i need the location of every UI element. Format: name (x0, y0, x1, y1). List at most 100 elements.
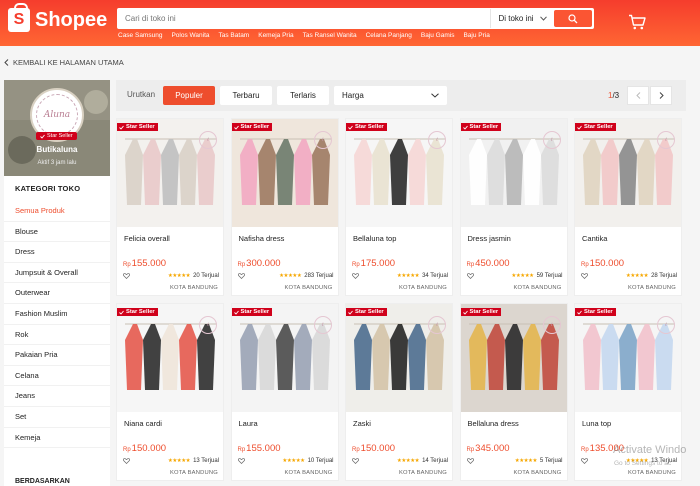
shop-watermark-icon: ℓ (313, 316, 332, 334)
product-location: KOTA BANDUNG (398, 470, 447, 476)
top-header: S Shopee Di toko ini Case Samsung Polos W… (0, 0, 700, 46)
filter-section-title: BERDASARKAN (15, 478, 70, 485)
heart-icon[interactable] (581, 273, 588, 279)
category-item[interactable]: Outerwear (4, 283, 110, 304)
sort-popular-button[interactable]: Populer (163, 86, 215, 105)
logo-text: Shopee (35, 8, 108, 31)
category-item[interactable]: Rok (4, 325, 110, 346)
shop-watermark-icon: ℓ (199, 316, 217, 334)
sort-newest-button[interactable]: Terbaru (220, 86, 272, 105)
chevron-right-icon (659, 92, 664, 99)
check-icon (119, 125, 124, 130)
shop-card[interactable]: Aluna Star Seller Butikaluna Aktif 3 jam… (4, 80, 110, 176)
category-item[interactable]: Semua Produk (4, 201, 110, 222)
shop-name: Butikaluna (36, 145, 78, 154)
search-input[interactable] (117, 9, 490, 28)
category-item[interactable]: Set (4, 407, 110, 428)
search-scope-dropdown[interactable]: Di toko ini (490, 9, 554, 28)
shop-watermark-icon: ℓ (542, 131, 561, 149)
product-meta: ★★★★★ 13 Terjual (123, 458, 219, 464)
back-link-label: KEMBALI KE HALAMAN UTAMA (13, 58, 124, 67)
product-location: KOTA BANDUNG (627, 285, 676, 291)
search-suggestion-link[interactable]: Polos Wanita (171, 32, 209, 39)
product-price: Rp 155.000 (237, 443, 281, 454)
product-card[interactable]: Star Seller ℓ Felicia overall Rp 155.000 ★★★★… (116, 118, 224, 296)
product-location: KOTA BANDUNG (169, 285, 218, 291)
product-card[interactable]: Star Seller ℓ Nafisha dress Rp 300.000 ★★★★★ 2… (230, 118, 339, 296)
search-suggestion-link[interactable]: Celana Panjang (366, 32, 412, 39)
product-card[interactable]: Star Seller ℓ Niana cardi Rp 150.000 ★★★★★ 13 … (116, 303, 224, 481)
product-location: KOTA BANDUNG (284, 470, 333, 476)
heart-icon[interactable] (237, 458, 245, 464)
shop-watermark-icon: ℓ (313, 131, 332, 149)
product-price: Rp 345.000 (466, 443, 510, 454)
category-item[interactable]: Blouse (4, 222, 110, 243)
search-suggestion-link[interactable]: Kemeja Pria (258, 32, 293, 39)
category-item[interactable]: Dress (4, 242, 110, 263)
category-item[interactable]: Celana (4, 366, 110, 387)
star-seller-badge: Star Seller (117, 308, 158, 316)
sold-count: 10 Terjual (307, 458, 334, 464)
shopee-logo[interactable]: S Shopee (8, 3, 108, 32)
product-meta: ★★★★★ 28 Terjual (581, 273, 677, 279)
page-total: /3 (612, 91, 620, 100)
product-name: Bellaluna dress (467, 419, 519, 428)
category-item[interactable]: Kemeja (4, 428, 110, 449)
shop-watermark-icon: ℓ (542, 316, 561, 334)
product-card[interactable]: Star Seller ℓ Dress jasmin Rp 450.000 ★★★★★ 59… (459, 118, 568, 296)
product-card[interactable]: Star Seller ℓ Bellaluna top Rp 175.000 ★★★★★ 3… (345, 118, 453, 296)
rating-stars: ★★★★★ (396, 273, 420, 279)
product-price: Rp 150.000 (581, 258, 625, 269)
cart-button[interactable] (628, 14, 646, 35)
sort-bestseller-button[interactable]: Terlaris (277, 86, 329, 105)
category-item[interactable]: Jeans (4, 386, 110, 407)
category-item[interactable]: Pakaian Pria (4, 345, 110, 366)
heart-icon[interactable] (581, 458, 588, 464)
prev-page-button[interactable] (627, 86, 649, 105)
cart-icon (629, 14, 646, 30)
sort-label: Urutkan (127, 90, 156, 99)
search-bar: Di toko ini (117, 8, 594, 29)
search-suggestion-link[interactable]: Tas Batam (219, 32, 250, 39)
search-suggestion-link[interactable]: Baju Gamis (421, 32, 455, 39)
heart-icon[interactable] (123, 273, 130, 279)
next-page-button[interactable] (650, 86, 672, 105)
check-icon (348, 125, 353, 130)
heart-icon[interactable] (466, 458, 474, 464)
product-location: KOTA BANDUNG (169, 470, 218, 476)
search-suggestion-link[interactable]: Tas Ransel Wanita (303, 32, 357, 39)
category-item[interactable]: Jumpsuit & Overall (4, 263, 110, 284)
check-icon (577, 125, 582, 130)
product-price: Rp 450.000 (466, 258, 510, 269)
product-price: Rp 150.000 (352, 443, 396, 454)
heart-icon[interactable] (237, 273, 245, 279)
sold-count: 14 Terjual (422, 458, 448, 464)
product-card[interactable]: Star Seller ℓ Zaski Rp 150.000 ★★★★★ 14 Terjua… (345, 303, 453, 481)
check-icon (233, 125, 239, 130)
search-suggestion-link[interactable]: Case Samsung (118, 32, 162, 39)
product-price: Rp 300.000 (237, 258, 281, 269)
shop-logo: Aluna (36, 94, 78, 136)
product-card[interactable]: Star Seller ℓ Cantika Rp 150.000 ★★★★★ 28 Terj… (574, 118, 682, 296)
price-sort-select[interactable]: Harga (334, 86, 447, 105)
heart-icon[interactable] (123, 458, 130, 464)
heart-icon[interactable] (352, 273, 359, 279)
star-seller-badge: Star Seller (460, 123, 502, 131)
search-icon (568, 13, 578, 23)
shop-active-status: Aktif 3 jam lalu (37, 160, 77, 166)
chevron-left-icon (4, 59, 9, 66)
search-suggestion-link[interactable]: Baju Pria (463, 32, 489, 39)
product-meta: ★★★★★ 34 Terjual (352, 273, 448, 279)
product-name: Felicia overall (124, 234, 170, 243)
heart-icon[interactable] (466, 273, 474, 279)
product-card[interactable]: Star Seller ℓ Laura Rp 155.000 ★★★★★ 10 Terjua… (230, 303, 339, 481)
search-button[interactable] (554, 10, 592, 27)
heart-icon[interactable] (352, 458, 359, 464)
shop-watermark-icon: ℓ (428, 316, 446, 334)
sold-count: 13 Terjual (193, 458, 219, 464)
back-to-home-link[interactable]: KEMBALI KE HALAMAN UTAMA (4, 58, 124, 67)
product-card[interactable]: Star Seller ℓ Bellaluna dress Rp 345.000 ★★★★… (459, 303, 568, 481)
shop-watermark-icon: ℓ (657, 316, 675, 334)
category-item[interactable]: Fashion Muslim (4, 304, 110, 325)
rating-stars: ★★★★★ (279, 273, 302, 279)
